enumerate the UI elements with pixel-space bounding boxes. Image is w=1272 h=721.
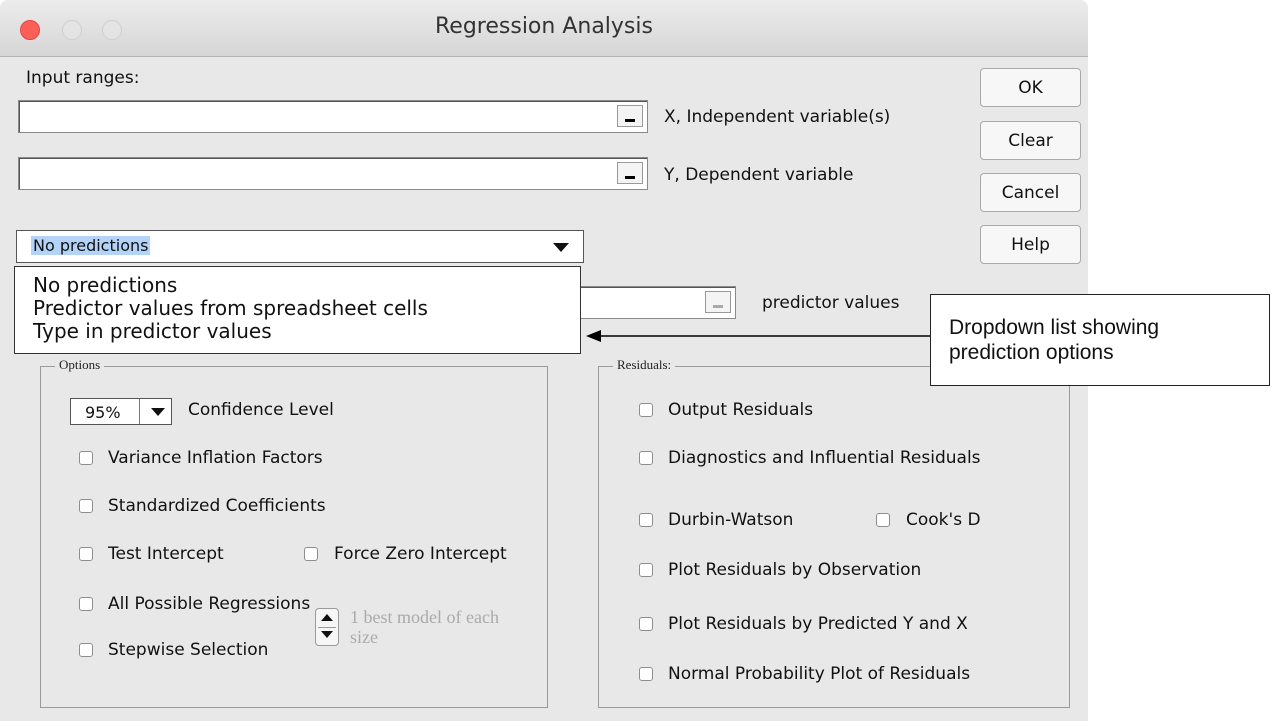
callout-arrowhead-icon: [586, 330, 601, 342]
annotation-callout: Dropdown list showing prediction options: [930, 294, 1270, 386]
callout-text: Dropdown list showing prediction options: [949, 316, 1160, 364]
